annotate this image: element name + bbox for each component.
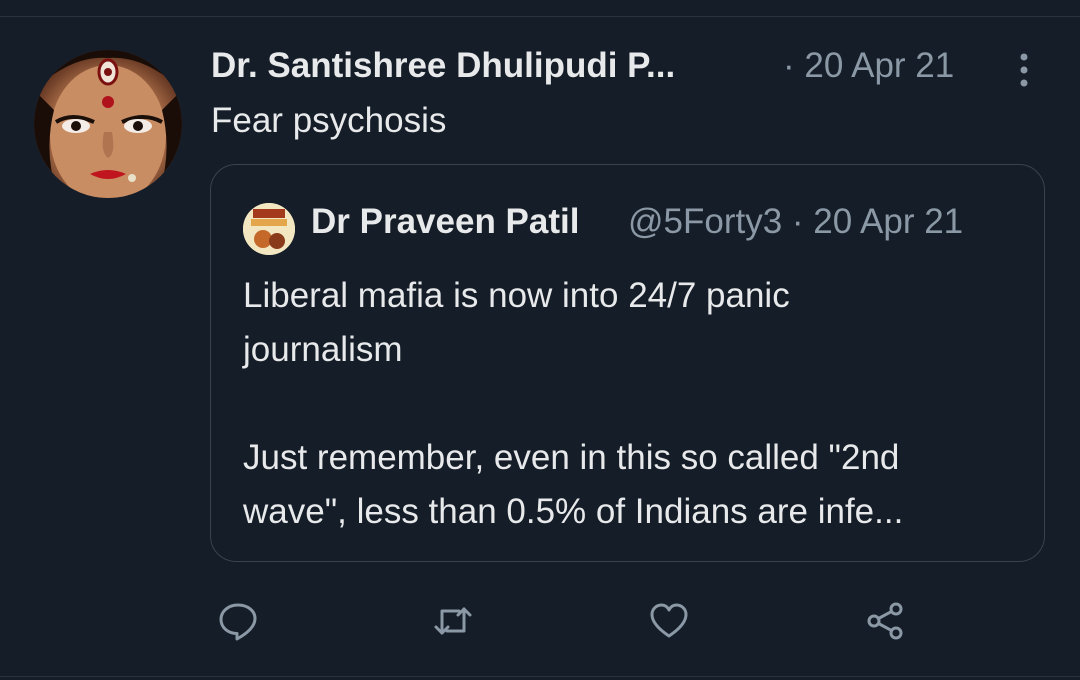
avatar[interactable] — [34, 50, 182, 198]
timestamp[interactable]: · 20 Apr 21 — [783, 46, 954, 86]
quote-avatar[interactable] — [243, 203, 295, 255]
like-button[interactable] — [644, 596, 694, 646]
quote-text-line: Just remember, even in this so called "2… — [243, 438, 900, 477]
quoted-tweet[interactable]: Dr Praveen Patil @5Forty3 · 20 Apr 21 Li… — [210, 164, 1045, 562]
share-button[interactable] — [860, 596, 910, 646]
retweet-icon — [434, 607, 472, 635]
display-name[interactable]: Dr. Santishree Dhulipudi P... — [211, 46, 675, 86]
reply-icon — [219, 603, 257, 641]
quote-avatar-image — [243, 203, 295, 255]
bottom-divider — [0, 676, 1080, 677]
reply-button[interactable] — [213, 596, 263, 646]
top-divider — [0, 16, 1080, 17]
quote-handle-timestamp[interactable]: @5Forty3 · 20 Apr 21 — [628, 202, 963, 242]
avatar-image — [34, 50, 182, 198]
retweet-button[interactable] — [428, 596, 478, 646]
action-bar — [0, 596, 1080, 646]
more-vertical-icon — [1020, 53, 1028, 87]
tweet-header: Dr. Santishree Dhulipudi P... · 20 Apr 2… — [211, 46, 1041, 90]
quote-text-line: Liberal mafia is now into 24/7 panic — [243, 276, 790, 315]
share-icon — [867, 602, 903, 640]
quote-text-line: wave", less than 0.5% of Indians are inf… — [243, 492, 904, 531]
quote-display-name[interactable]: Dr Praveen Patil — [311, 202, 579, 242]
quote-text: Liberal mafia is now into 24/7 panic jou… — [243, 269, 1033, 539]
quote-text-line: journalism — [243, 330, 403, 369]
more-options-button[interactable] — [1009, 50, 1039, 90]
tweet-text: Fear psychosis — [211, 101, 447, 140]
quote-text-line — [243, 377, 1033, 431]
heart-icon — [650, 603, 688, 638]
